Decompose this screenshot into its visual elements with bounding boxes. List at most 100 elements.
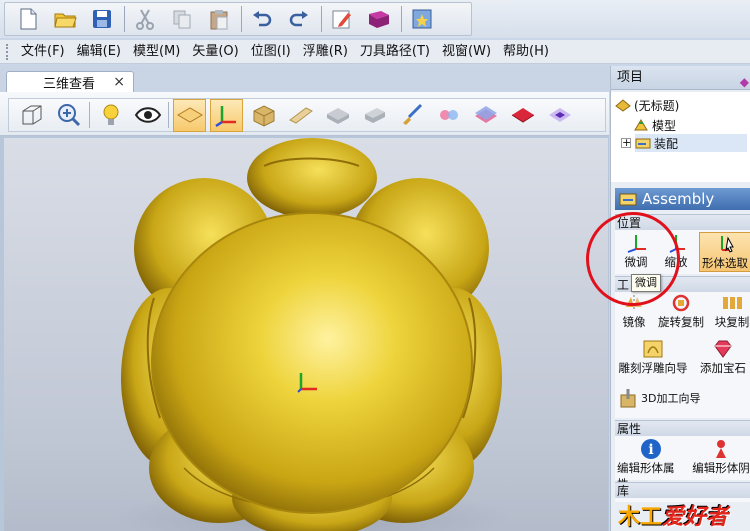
tree-item-root[interactable]: (无标题) [615, 96, 679, 114]
watermark-part1: 木工 [618, 504, 663, 530]
edit-shape-properties-button[interactable]: i 编辑形体属性 [617, 438, 685, 491]
menu-bitmap[interactable]: 位图(I) [245, 42, 297, 62]
scissors-icon [136, 9, 154, 30]
cut-button[interactable] [130, 4, 160, 34]
tree-item-assembly-expander[interactable]: + [621, 134, 631, 152]
toolbar-separator [321, 6, 322, 32]
watermark-logo: 木工 爱好者 [618, 494, 750, 531]
shade-button[interactable] [358, 99, 391, 132]
box-icon [253, 105, 274, 127]
light-button[interactable] [94, 99, 127, 132]
toolbar-separator [241, 6, 242, 32]
view-toolbar-strip [8, 98, 606, 132]
tree-item-model[interactable]: 模型 [633, 116, 676, 134]
menu-window[interactable]: 视窗(W) [436, 42, 497, 62]
menu-model[interactable]: 模型(M) [127, 42, 186, 62]
shape-select-cursor-icon [713, 233, 737, 255]
tab-3d-view[interactable]: 三维查看 × [6, 71, 134, 93]
visibility-button[interactable] [131, 99, 164, 132]
book-icon [369, 11, 389, 28]
layer-button[interactable] [469, 99, 502, 132]
red-layer-button[interactable] [506, 99, 539, 132]
menu-toolpaths[interactable]: 刀具路径(T) [354, 42, 436, 62]
undo-button[interactable] [247, 4, 277, 34]
menu-vector[interactable]: 矢量(O) [186, 42, 244, 62]
redo-button[interactable] [284, 4, 314, 34]
gem-icon [711, 338, 735, 360]
document-area: 三维查看 × [0, 66, 609, 531]
tree-item-assembly[interactable]: 装配 [635, 134, 747, 152]
relief-plane-button[interactable] [173, 98, 206, 132]
assembly-header[interactable]: Assembly [615, 188, 750, 210]
wizard-help-icon [412, 9, 432, 29]
tree-item-label: 装配 [654, 136, 679, 151]
document-tab-bar: 三维查看 × [0, 66, 609, 93]
menu-help[interactable]: 帮助(H) [497, 42, 555, 62]
svg-text:i: i [648, 442, 653, 458]
axes-button[interactable] [210, 98, 243, 132]
panel-title: 项目 ◆ [611, 66, 750, 90]
rotate-copy-tool-button[interactable]: 旋转复制 [655, 292, 707, 332]
new-file-button[interactable] [13, 4, 43, 34]
open-folder-icon [54, 13, 77, 28]
paint-button[interactable] [395, 99, 428, 132]
assembly-icon [635, 138, 651, 149]
book-button[interactable] [364, 4, 394, 34]
save-disk-icon [93, 10, 111, 28]
info-icon: i [639, 438, 663, 460]
box-view-button[interactable] [247, 99, 280, 132]
tool-label: 雕刻浮雕向导 [618, 361, 688, 375]
paintbrush-icon [402, 103, 422, 125]
watermark-part2: 爱好者 [662, 504, 729, 530]
open-file-button[interactable] [50, 4, 80, 34]
slab-button[interactable] [321, 99, 354, 132]
assembly-header-text: Assembly [642, 190, 715, 208]
view-box-button[interactable] [15, 99, 48, 132]
shape-select-tool-button[interactable]: 形体选取 [699, 232, 750, 272]
zoom-button[interactable] [52, 99, 85, 132]
edit-shape-shading-button[interactable]: 编辑形体阴 [689, 438, 750, 478]
pencil-edit-icon [332, 10, 351, 29]
toolbar-separator [168, 102, 169, 128]
edit-button[interactable] [327, 4, 357, 34]
wireframe-cube-icon [22, 105, 41, 125]
tree-item-label: 模型 [652, 118, 677, 133]
block-copy-icon [720, 292, 744, 314]
tool-label: 添加宝石 [700, 361, 746, 375]
3d-viewport[interactable] [4, 138, 608, 531]
zoom-in-icon [57, 104, 80, 127]
cylinder-icon [364, 108, 385, 123]
panel-title-text: 项目 [617, 70, 644, 85]
tree-item-label: (无标题) [634, 98, 680, 113]
layers-icon [474, 106, 497, 123]
menu-file[interactable]: 文件(F) [15, 42, 71, 62]
machining-wizard-icon [617, 387, 641, 409]
3d-machining-wizard-button[interactable]: 3D加工向导 [617, 384, 717, 412]
help-wizard-button[interactable] [407, 4, 437, 34]
relief-wizard-tool-button[interactable]: 雕刻浮雕向导 [617, 338, 689, 378]
block-copy-tool-button[interactable]: 块复制 [711, 292, 750, 332]
paste-button[interactable] [204, 4, 234, 34]
relief-wizard-icon [641, 338, 665, 360]
add-gem-tool-button[interactable]: 添加宝石 [695, 338, 750, 378]
paste-clipboard-icon [210, 10, 228, 30]
gem-layer-button[interactable] [543, 99, 576, 132]
tab-close-icon[interactable]: × [113, 74, 125, 90]
copy-button[interactable] [167, 4, 197, 34]
red-layer-icon [511, 108, 534, 123]
menu-edit[interactable]: 编辑(E) [71, 42, 127, 62]
color-button[interactable] [432, 99, 465, 132]
properties-section: 属性 i 编辑形体属性 编辑形体阴 [615, 420, 750, 491]
standard-toolbar [0, 0, 750, 38]
undo-arrow-icon [253, 11, 272, 27]
save-button[interactable] [87, 4, 117, 34]
menu-relief[interactable]: 浮雕(R) [297, 42, 354, 62]
relief-model [112, 138, 512, 531]
expand-plus-icon[interactable]: + [621, 137, 631, 148]
bar-icon [288, 107, 313, 124]
color-shapes-icon [439, 110, 458, 120]
menubar-grip[interactable] [6, 43, 9, 60]
bar-view-button[interactable] [284, 99, 317, 132]
pin-icon[interactable]: ◆ [740, 70, 749, 94]
copy-icon [173, 10, 191, 29]
